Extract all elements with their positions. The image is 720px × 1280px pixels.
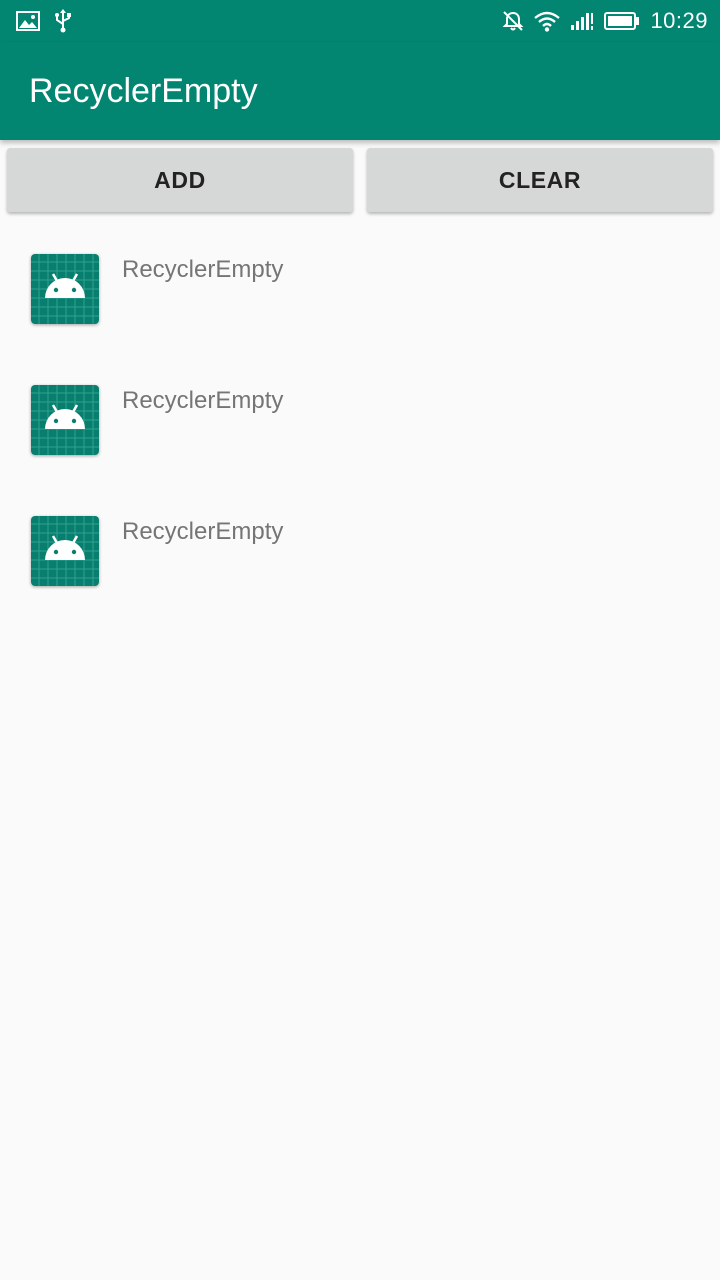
list-item-label: RecyclerEmpty <box>122 256 284 283</box>
android-launcher-icon <box>31 254 99 324</box>
add-button[interactable]: ADD <box>7 148 353 212</box>
list-item[interactable]: RecyclerEmpty <box>0 361 720 492</box>
image-icon <box>16 11 40 31</box>
list-item-label: RecyclerEmpty <box>122 518 284 545</box>
status-left-icons <box>16 0 72 42</box>
battery-icon <box>604 12 640 30</box>
app-bar: RecyclerEmpty <box>0 42 720 140</box>
button-row: ADD CLEAR <box>0 148 720 214</box>
signal-icon <box>571 13 594 30</box>
status-right-icons: 10:29 <box>502 0 708 42</box>
wifi-icon <box>534 11 561 32</box>
mute-icon <box>503 11 524 31</box>
recycler-list[interactable]: RecyclerEmpty RecyclerEmpty RecyclerEmpt… <box>0 230 720 623</box>
list-item[interactable]: RecyclerEmpty <box>0 492 720 623</box>
android-launcher-icon <box>31 385 99 455</box>
app-title: RecyclerEmpty <box>29 72 258 110</box>
android-launcher-icon <box>31 516 99 586</box>
clear-button[interactable]: CLEAR <box>367 148 713 212</box>
list-item[interactable]: RecyclerEmpty <box>0 230 720 361</box>
usb-icon <box>55 9 71 33</box>
list-item-label: RecyclerEmpty <box>122 387 284 414</box>
status-time: 10:29 <box>650 8 708 33</box>
status-bar: 10:29 <box>0 0 720 42</box>
